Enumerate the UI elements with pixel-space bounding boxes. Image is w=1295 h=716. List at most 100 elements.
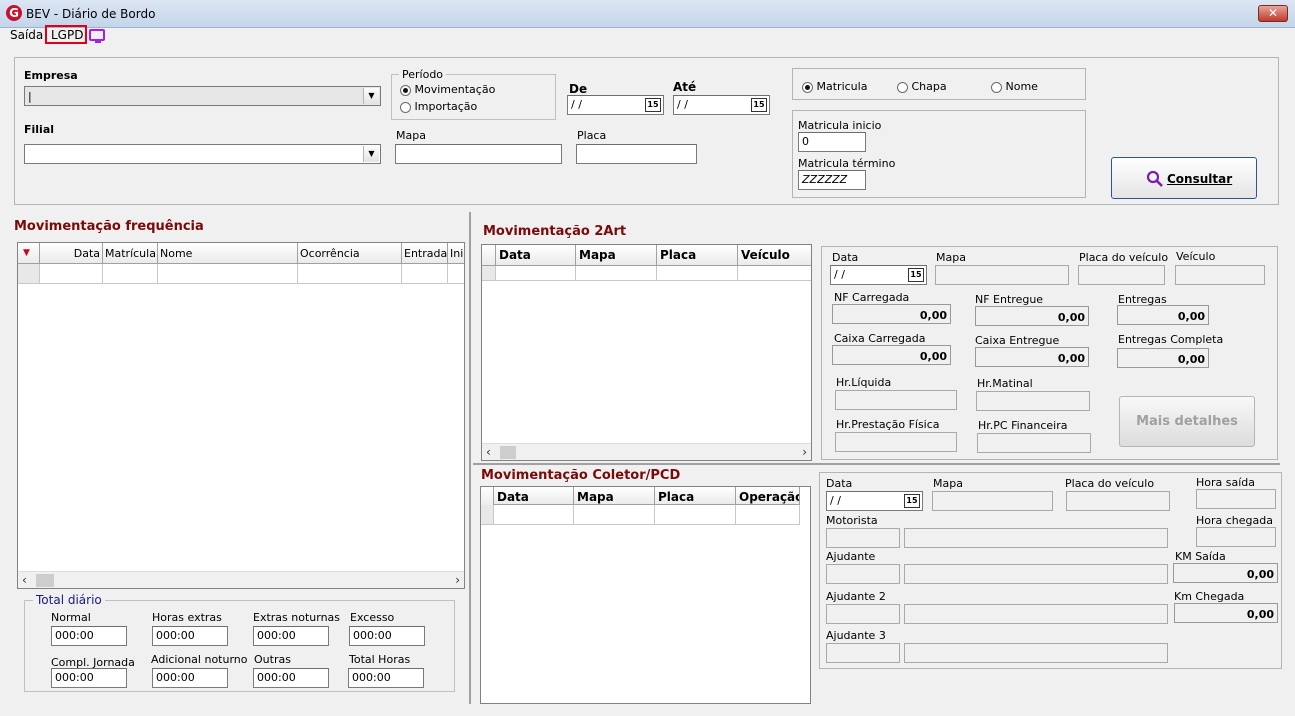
caixa-carregada-label: Caixa Carregada <box>834 332 926 345</box>
table-cell[interactable] <box>736 505 800 525</box>
col-ocorrencia[interactable]: Ocorrência <box>298 243 402 264</box>
radio-chapa[interactable]: Chapa <box>897 80 947 93</box>
excesso-field[interactable]: 000:00 <box>349 626 425 646</box>
menu-saida[interactable]: Saída <box>10 28 43 42</box>
ajudante3-code-field[interactable] <box>826 643 900 663</box>
table-cell[interactable] <box>738 266 811 281</box>
col-matricula[interactable]: Matrícula <box>103 243 158 264</box>
de-label: De <box>569 82 588 96</box>
col-mapa-field[interactable] <box>932 491 1053 511</box>
adicional-noturno-field[interactable]: 000:00 <box>152 668 228 688</box>
ate-date-field[interactable]: / /15 <box>673 95 770 115</box>
motorista-code-field[interactable] <box>826 528 900 548</box>
extras-noturnas-field[interactable]: 000:00 <box>253 626 329 646</box>
table-cell[interactable] <box>576 266 657 281</box>
filial-select[interactable]: ▼ <box>24 144 381 164</box>
total-horas-label: Total Horas <box>349 653 411 666</box>
calendar-icon[interactable]: 15 <box>904 494 920 508</box>
horas-extras-field[interactable]: 000:00 <box>152 626 228 646</box>
hr-prestacao-field[interactable] <box>835 432 957 452</box>
table-cell[interactable] <box>40 264 103 284</box>
art-veiculo-field[interactable] <box>1175 265 1265 285</box>
art-data-field[interactable]: / /15 <box>830 265 927 285</box>
scroll-right-icon: › <box>802 445 807 459</box>
table-cell[interactable] <box>496 266 576 281</box>
mat-termino-input[interactable]: ZZZZZZ <box>798 170 866 190</box>
motorista-name-field[interactable] <box>904 528 1168 548</box>
ajudante2-code-field[interactable] <box>826 604 900 624</box>
mat-inicio-input[interactable]: 0 <box>798 132 866 152</box>
col-data[interactable]: Data <box>40 243 103 264</box>
col-mapa[interactable]: Mapa <box>576 245 657 266</box>
placa-input[interactable] <box>576 144 697 164</box>
col-data[interactable]: Data <box>496 245 576 266</box>
hr-pc-field[interactable] <box>977 433 1091 453</box>
ajudante2-name-field[interactable] <box>904 604 1168 624</box>
col-entrada[interactable]: Entrada <box>402 243 448 264</box>
ajudante2-label: Ajudante 2 <box>826 590 886 603</box>
ajudante-code-field[interactable] <box>826 564 900 584</box>
calendar-icon[interactable]: 15 <box>645 98 661 112</box>
empresa-select[interactable]: | ▼ <box>24 86 381 106</box>
outras-field[interactable]: 000:00 <box>253 668 329 688</box>
title-bar <box>0 0 1295 28</box>
horizontal-scrollbar[interactable]: ‹ › <box>482 443 811 460</box>
hora-chegada-field[interactable] <box>1196 527 1276 547</box>
col-data-field[interactable]: / /15 <box>826 491 923 511</box>
table-cell[interactable] <box>402 264 448 284</box>
ajudante-label: Ajudante <box>826 550 876 563</box>
horizontal-scrollbar[interactable]: ‹ › <box>18 571 464 588</box>
col-veiculo[interactable]: Veículo <box>738 245 811 266</box>
art-placa-field[interactable] <box>1078 265 1165 285</box>
table-cell[interactable] <box>298 264 402 284</box>
table-cell[interactable] <box>494 505 574 525</box>
art-grid[interactable]: Data Mapa Placa Veículo ‹ › <box>481 244 812 461</box>
radio-movimentacao[interactable]: Movimentação <box>400 83 495 96</box>
mapa-input[interactable] <box>395 144 562 164</box>
col-placa[interactable]: Placa <box>655 487 736 505</box>
consultar-button[interactable]: Consultar <box>1111 157 1257 199</box>
row-indicator[interactable] <box>482 266 496 281</box>
chevron-down-icon[interactable]: ▼ <box>363 146 379 162</box>
table-cell[interactable] <box>448 264 464 284</box>
chevron-down-icon[interactable]: ▼ <box>363 88 379 104</box>
row-indicator[interactable] <box>18 264 40 284</box>
hora-saida-field[interactable] <box>1196 489 1276 509</box>
radio-nome[interactable]: Nome <box>991 80 1038 93</box>
table-cell[interactable] <box>103 264 158 284</box>
col-nome[interactable]: Nome <box>158 243 298 264</box>
window-icon[interactable] <box>89 29 105 43</box>
total-horas-field[interactable]: 000:00 <box>348 668 424 688</box>
de-date-field[interactable]: / /15 <box>567 95 664 115</box>
ajudante3-name-field[interactable] <box>904 643 1168 663</box>
col-data-label: Data <box>826 477 853 490</box>
art-placa-label: Placa do veículo <box>1079 251 1169 264</box>
menu-lgpd[interactable]: LGPD <box>51 28 83 42</box>
coletor-grid[interactable]: Data Mapa Placa Operação <box>480 486 811 704</box>
hr-liquida-field[interactable] <box>835 390 957 410</box>
app-logo-icon: G <box>6 5 22 21</box>
col-placa-field[interactable] <box>1066 491 1170 511</box>
hr-matinal-field[interactable] <box>976 391 1090 411</box>
col-data[interactable]: Data <box>494 487 574 505</box>
calendar-icon[interactable]: 15 <box>751 98 767 112</box>
col-placa[interactable]: Placa <box>657 245 738 266</box>
ajudante-name-field[interactable] <box>904 564 1168 584</box>
normal-field[interactable]: 000:00 <box>51 626 127 646</box>
close-button[interactable]: ✕ <box>1258 5 1288 22</box>
col-ini[interactable]: Ini. <box>448 243 464 264</box>
row-indicator[interactable] <box>481 505 494 525</box>
radio-importacao[interactable]: Importação <box>400 100 477 113</box>
art-mapa-field[interactable] <box>935 265 1069 285</box>
table-cell[interactable] <box>655 505 736 525</box>
calendar-icon[interactable]: 15 <box>908 268 924 282</box>
table-cell[interactable] <box>574 505 655 525</box>
radio-matricula[interactable]: Matricula <box>802 80 867 93</box>
col-operacao[interactable]: Operação <box>736 487 800 505</box>
freq-grid[interactable]: ▼ Data Matrícula Nome Ocorrência Entrada… <box>17 242 465 589</box>
col-mapa[interactable]: Mapa <box>574 487 655 505</box>
table-cell[interactable] <box>657 266 738 281</box>
table-cell[interactable] <box>158 264 298 284</box>
compl-jornada-field[interactable]: 000:00 <box>51 668 127 688</box>
mais-detalhes-button[interactable]: Mais detalhes <box>1119 396 1255 447</box>
